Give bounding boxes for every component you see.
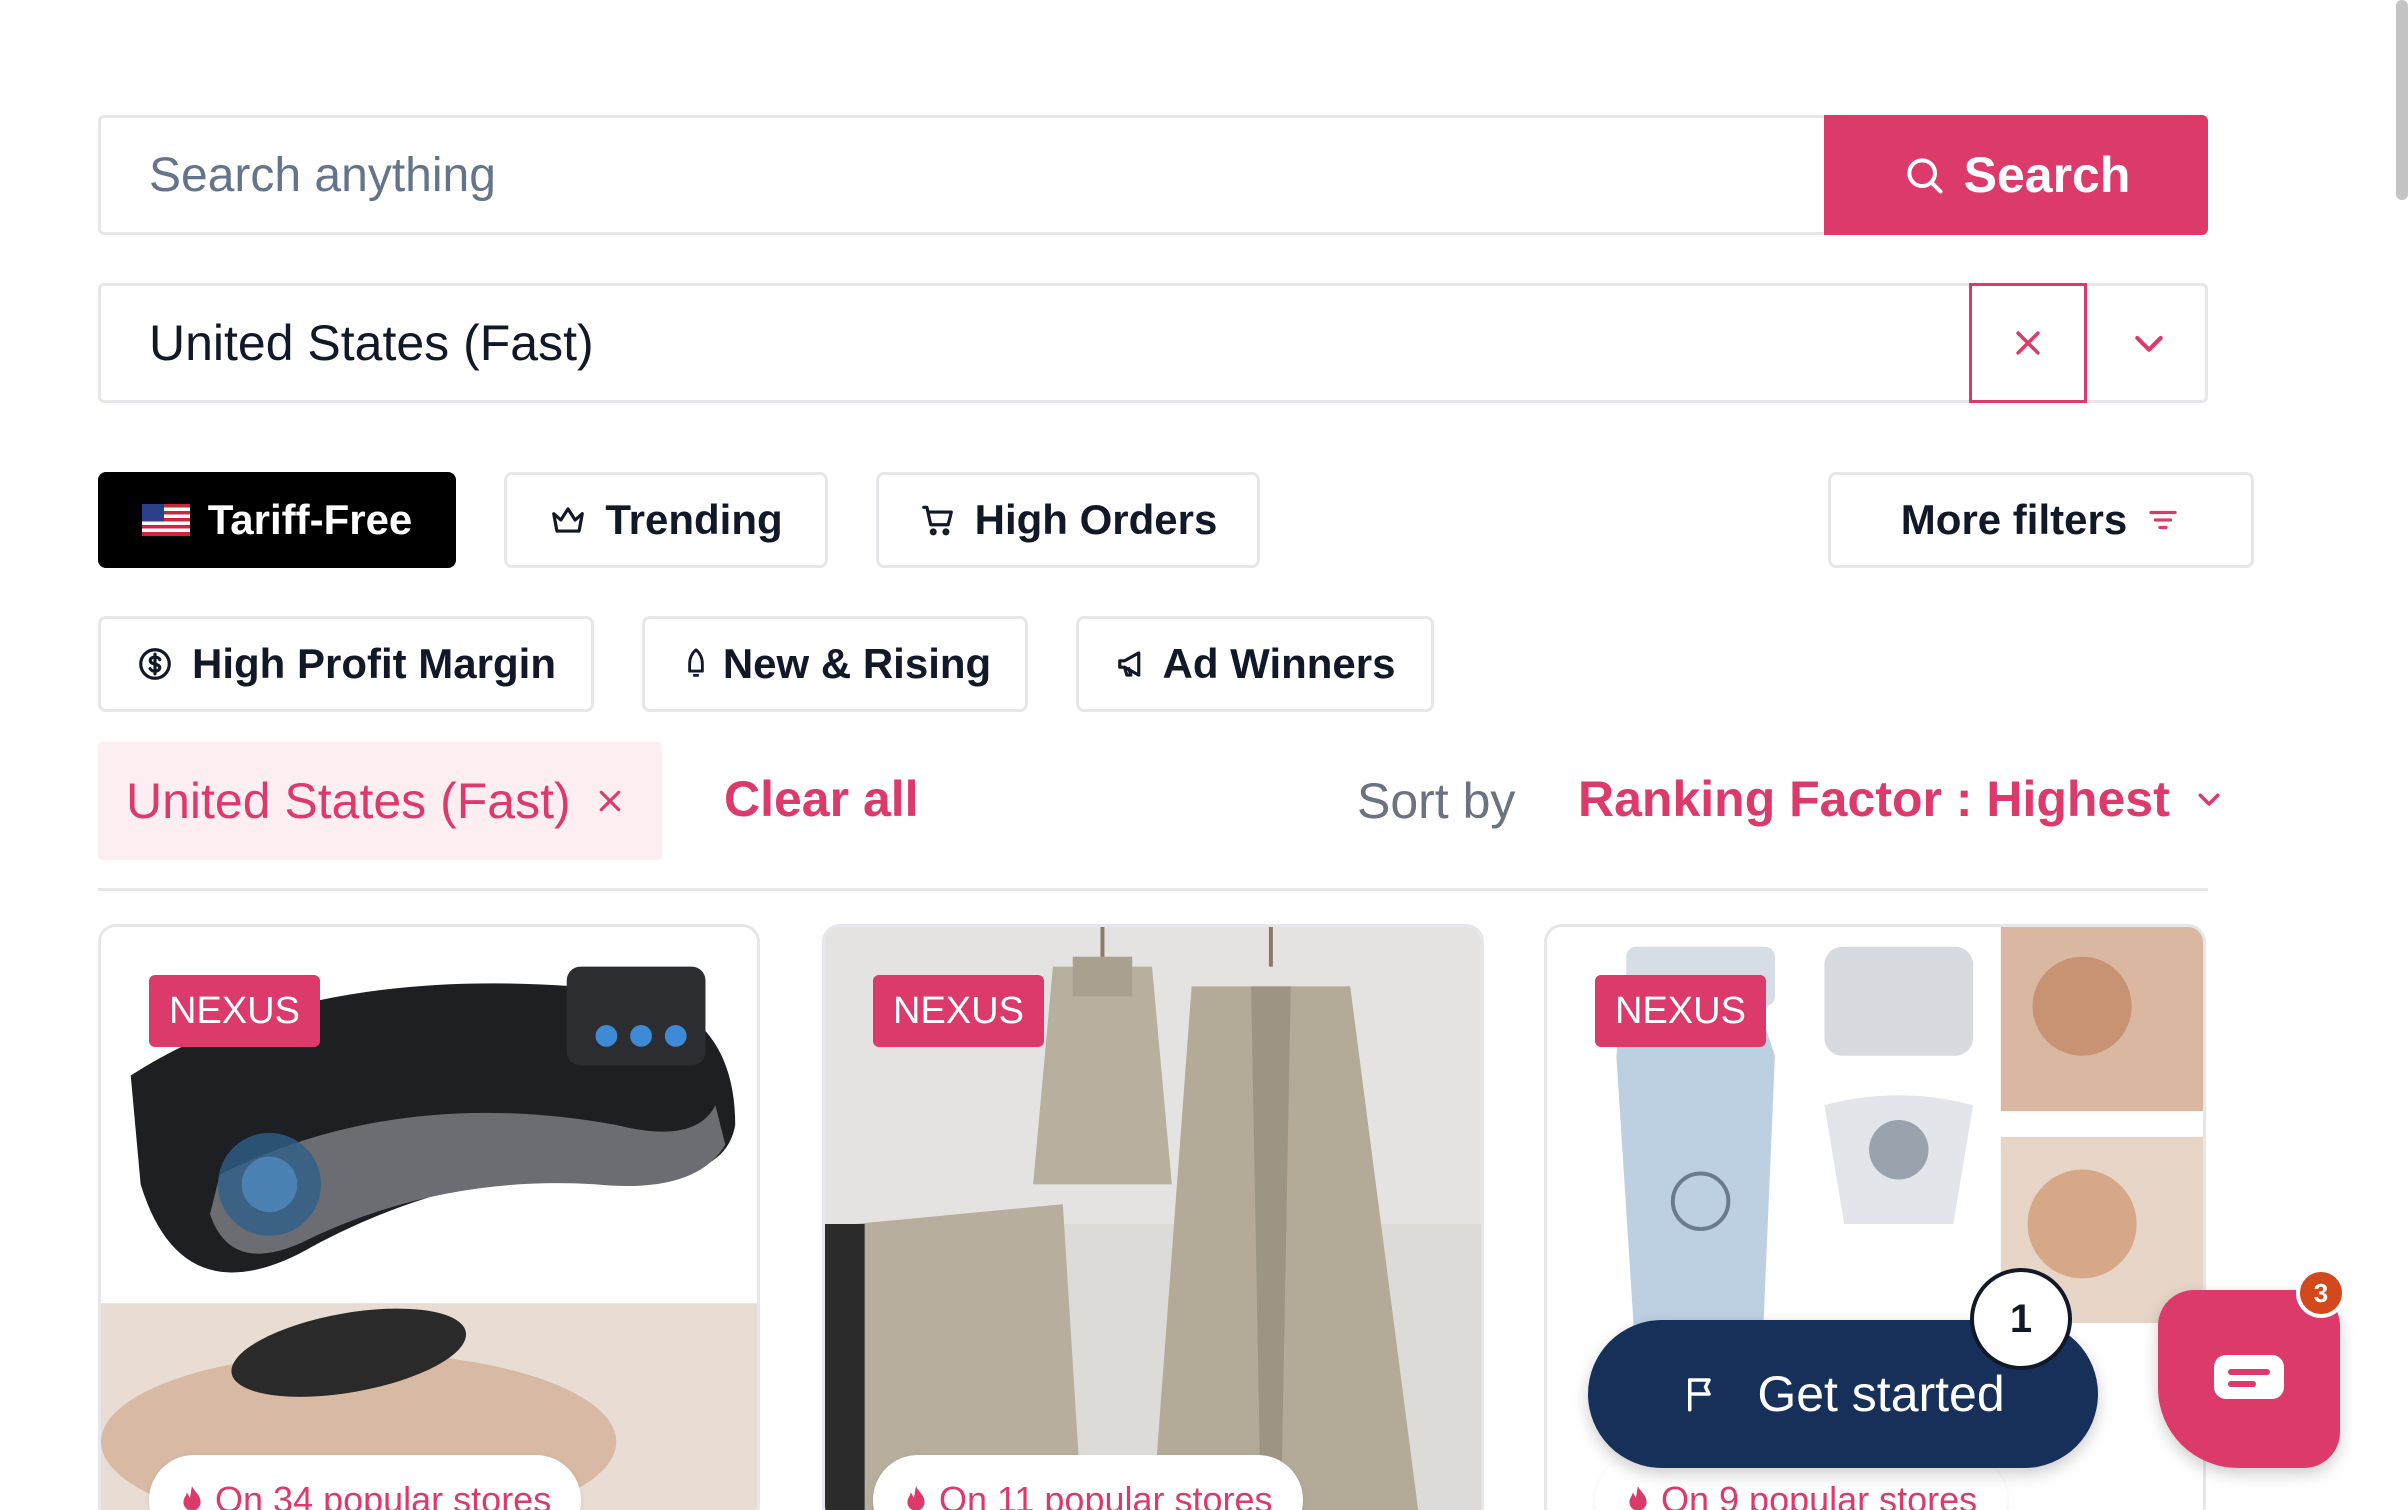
crown-icon	[552, 507, 585, 533]
close-icon[interactable]	[595, 786, 625, 816]
rocket-icon	[688, 648, 704, 677]
divider	[98, 888, 2208, 891]
flame-icon	[183, 1486, 201, 1510]
popular-stores-text: On 11 popular stores	[939, 1479, 1273, 1510]
active-filter-label: United States (Fast)	[126, 773, 571, 829]
chip-trending-label: Trending	[605, 496, 783, 543]
chip-trending[interactable]: Trending	[504, 472, 828, 568]
search-input[interactable]	[149, 118, 1749, 232]
megaphone-icon	[1117, 651, 1140, 677]
chip-tariff-free[interactable]: Tariff-Free	[98, 472, 456, 568]
clear-all-link[interactable]: Clear all	[724, 770, 919, 828]
search-icon	[1906, 158, 1943, 194]
chip-new-rising-label: New & Rising	[722, 640, 992, 687]
country-select[interactable]: United States (Fast)	[98, 283, 2208, 403]
cart-icon	[921, 505, 953, 536]
onboarding-step-badge: 1	[1970, 1268, 2072, 1370]
chat-bubble-icon	[2214, 1355, 2284, 1399]
more-filters-button[interactable]: More filters	[1828, 472, 2254, 568]
chevron-down-icon	[2198, 793, 2220, 806]
product-badge: NEXUS	[149, 975, 320, 1047]
product-badge: NEXUS	[873, 975, 1044, 1047]
search-button[interactable]: Search	[1824, 115, 2208, 235]
flag-icon	[1688, 1378, 1712, 1412]
close-icon	[2016, 331, 2040, 355]
chip-high-orders[interactable]: High Orders	[876, 472, 1260, 568]
product-card[interactable]: NEXUS On 11 popular stores	[822, 924, 1484, 1510]
country-dropdown-toggle[interactable]	[2091, 286, 2206, 400]
sort-label: Sort by	[1357, 773, 1516, 829]
chip-ad-winners-label: Ad Winners	[1162, 640, 1396, 687]
chip-tariff-free-label: Tariff-Free	[207, 496, 413, 543]
get-started-label: Get started	[1757, 1366, 2005, 1422]
chip-high-profit-margin[interactable]: High Profit Margin	[98, 616, 594, 712]
chip-new-rising[interactable]: New & Rising	[642, 616, 1028, 712]
scrollbar[interactable]	[2396, 0, 2408, 200]
popular-stores-text: On 34 popular stores	[215, 1479, 552, 1510]
chip-high-profit-margin-label: High Profit Margin	[192, 640, 556, 687]
product-badge: NEXUS	[1595, 975, 1766, 1047]
flame-icon	[907, 1486, 925, 1510]
sort-value: Ranking Factor : Highest	[1578, 771, 2170, 827]
more-filters-label: More filters	[1900, 496, 2128, 543]
popular-stores-text: On 9 popular stores	[1661, 1479, 1978, 1510]
chip-ad-winners[interactable]: Ad Winners	[1076, 616, 1434, 712]
popular-stores-pill: On 11 popular stores	[873, 1455, 1303, 1510]
search-box	[98, 115, 1828, 235]
active-filter-tag[interactable]: United States (Fast)	[98, 742, 662, 860]
dollar-circle-icon	[139, 648, 171, 680]
us-flag-icon	[141, 504, 190, 536]
chevron-down-icon	[2134, 335, 2163, 352]
search-button-label: Search	[1963, 147, 2131, 203]
country-clear-button[interactable]	[1969, 283, 2087, 403]
popular-stores-pill: On 34 popular stores	[149, 1455, 582, 1510]
product-card[interactable]: NEXUS On 34 popular stores	[98, 924, 760, 1510]
chat-unread-badge: 3	[2296, 1268, 2346, 1318]
filter-lines-icon	[2149, 510, 2177, 530]
chip-high-orders-label: High Orders	[974, 496, 1218, 543]
country-select-value: United States (Fast)	[149, 315, 594, 371]
sort-dropdown[interactable]: Ranking Factor : Highest	[1578, 770, 2224, 828]
flame-icon	[1629, 1486, 1647, 1510]
